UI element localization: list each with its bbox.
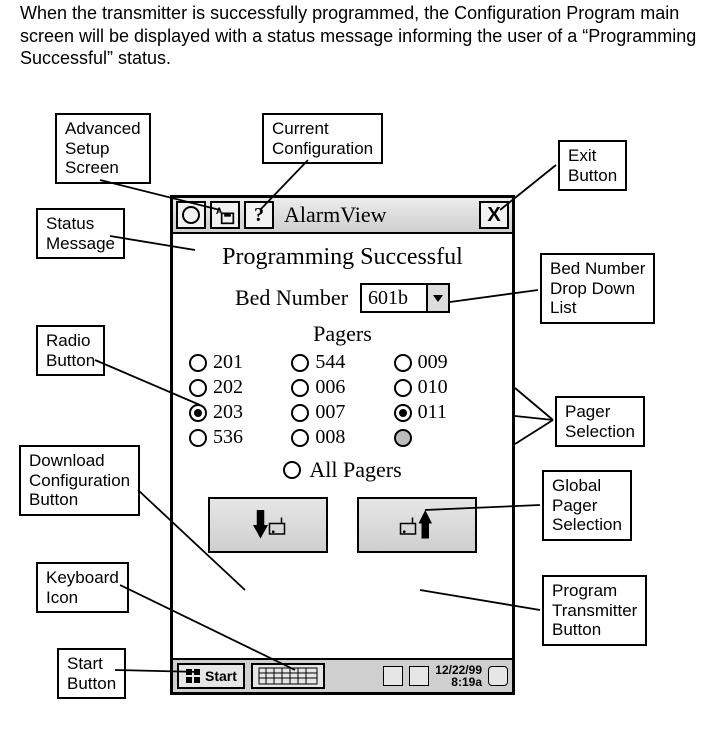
pager-option-006[interactable]: 006	[291, 376, 393, 399]
logo-button[interactable]	[176, 201, 206, 229]
radio-icon	[291, 404, 309, 422]
keyboard-button[interactable]	[251, 663, 325, 689]
pager-grid: 201 544 009 202 006 010 203 007 011 536 008	[173, 351, 512, 449]
system-tray: 12/22/99 8:19a	[383, 664, 508, 688]
callout-download-cfg: Download Configuration Button	[19, 445, 140, 516]
taskbar-clock: 12/22/99 8:19a	[435, 664, 482, 688]
pager-option-011[interactable]: 011	[394, 401, 496, 424]
callout-exit-button: Exit Button	[558, 140, 627, 191]
tray-icon-2[interactable]	[409, 666, 429, 686]
pager-option-009[interactable]: 009	[394, 351, 496, 374]
radio-icon	[283, 461, 301, 479]
pager-label: 010	[418, 376, 448, 399]
pager-label: 007	[315, 401, 345, 424]
pager-option-007[interactable]: 007	[291, 401, 393, 424]
advanced-setup-icon: A	[215, 205, 235, 225]
bed-number-dropdown[interactable]: 601b	[360, 283, 450, 313]
advanced-setup-button[interactable]: A	[210, 201, 240, 229]
callout-keyboard-icon: Keyboard Icon	[36, 562, 129, 613]
callout-bed-dropdown: Bed Number Drop Down List	[540, 253, 655, 324]
pager-option-empty	[394, 426, 496, 449]
callout-radio-button: Radio Button	[36, 325, 105, 376]
pager-label: 008	[315, 426, 345, 449]
radio-icon	[394, 354, 412, 372]
pager-option-201[interactable]: 201	[189, 351, 291, 374]
pager-label: 536	[213, 426, 243, 449]
bed-number-label: Bed Number	[235, 285, 348, 311]
radio-icon	[189, 379, 207, 397]
download-config-button[interactable]	[208, 497, 328, 553]
callout-program-tx: Program Transmitter Button	[542, 575, 647, 646]
callout-start-button: Start Button	[57, 648, 126, 699]
callout-current-config: Current Configuration	[262, 113, 383, 164]
pager-option-544[interactable]: 544	[291, 351, 393, 374]
upload-arrow-icon	[399, 507, 435, 543]
pager-option-203[interactable]: 203	[189, 401, 291, 424]
logo-icon	[182, 206, 200, 224]
tray-icon-1[interactable]	[383, 666, 403, 686]
pager-option-202[interactable]: 202	[189, 376, 291, 399]
program-transmitter-button[interactable]	[357, 497, 477, 553]
radio-icon	[394, 429, 412, 447]
keyboard-icon	[258, 667, 318, 685]
pager-label: 202	[213, 376, 243, 399]
pager-label: 009	[418, 351, 448, 374]
titlebar: A ? AlarmView X	[173, 198, 512, 234]
transfer-buttons	[173, 497, 512, 553]
radio-icon	[189, 429, 207, 447]
start-label: Start	[205, 668, 237, 684]
pagers-heading: Pagers	[173, 321, 512, 347]
callout-pager-selection: Pager Selection	[555, 396, 645, 447]
download-arrow-icon	[250, 507, 286, 543]
radio-icon	[291, 379, 309, 397]
bed-number-row: Bed Number 601b	[173, 283, 512, 313]
exit-button[interactable]: X	[479, 201, 509, 229]
chevron-down-icon	[426, 285, 448, 311]
radio-icon	[189, 354, 207, 372]
pager-label: 011	[418, 401, 447, 424]
close-icon: X	[487, 204, 500, 227]
radio-icon	[291, 354, 309, 372]
radio-icon	[189, 404, 207, 422]
window-title: AlarmView	[278, 202, 475, 228]
pager-option-536[interactable]: 536	[189, 426, 291, 449]
intro-paragraph: When the transmitter is successfully pro…	[20, 2, 710, 70]
all-pagers-option[interactable]: All Pagers	[173, 457, 512, 483]
home-icon[interactable]	[488, 666, 508, 686]
all-pagers-label: All Pagers	[309, 457, 401, 483]
radio-icon	[394, 379, 412, 397]
callout-advanced-setup: Advanced Setup Screen	[55, 113, 151, 184]
pager-option-008[interactable]: 008	[291, 426, 393, 449]
status-message: Programming Successful	[173, 244, 512, 271]
start-icon	[185, 668, 201, 684]
callout-global-pager: Global Pager Selection	[542, 470, 632, 541]
pager-label: 544	[315, 351, 345, 374]
pager-label: 201	[213, 351, 243, 374]
callout-status-message: Status Message	[36, 208, 125, 259]
current-config-button[interactable]: ?	[244, 201, 274, 229]
taskbar: Start 12/22/99 8:19a	[173, 658, 512, 692]
config-program-window: A ? AlarmView X Programming Successful B…	[170, 195, 515, 695]
question-icon: ?	[254, 204, 264, 227]
pager-label: 203	[213, 401, 243, 424]
start-button[interactable]: Start	[177, 663, 245, 689]
radio-icon	[394, 404, 412, 422]
pager-option-010[interactable]: 010	[394, 376, 496, 399]
bed-number-value: 601b	[362, 287, 426, 310]
radio-icon	[291, 429, 309, 447]
pager-label: 006	[315, 376, 345, 399]
